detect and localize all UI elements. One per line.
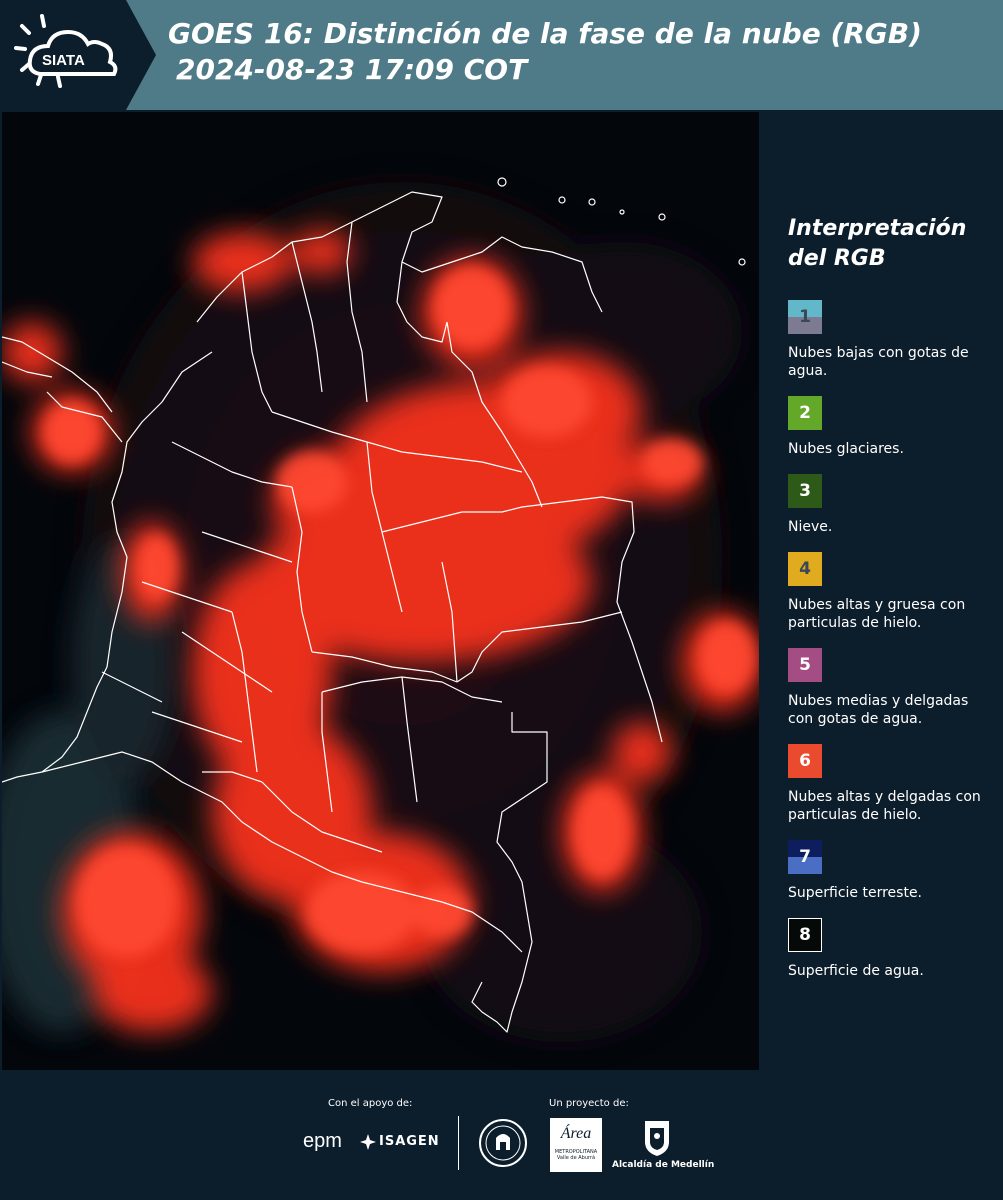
title-line-2: 2024-08-23 17:09 COT	[176, 53, 528, 86]
legend-item-6: 6 Nubes altas y delgadas con particulas …	[788, 744, 993, 824]
legend-swatch-1: 1	[788, 300, 822, 334]
isagen-logo-text: ISAGEN	[379, 1134, 440, 1149]
legend-item-7: 7 Superficie terreste.	[788, 840, 993, 902]
legend-number: 3	[799, 481, 811, 501]
legend-label: Nubes altas y delgadas con particulas de…	[788, 789, 981, 823]
legend-swatch-6: 6	[788, 744, 822, 778]
page-title: GOES 16: Distinción de la fase de la nub…	[168, 16, 922, 88]
logo-arrow-shape	[126, 0, 156, 110]
legend-label: Superficie terreste.	[788, 885, 923, 901]
legend-swatch-5: 5	[788, 648, 822, 682]
area-logo-text: Área	[560, 1125, 592, 1142]
alcaldia-shield-icon	[645, 1121, 669, 1156]
legend-swatch-4: 4	[788, 552, 822, 586]
legend-label: Nubes altas y gruesa con particulas de h…	[788, 597, 966, 631]
legend-item-3: 3 Nieve.	[788, 474, 993, 536]
legend-number: 6	[799, 751, 811, 771]
satellite-map	[2, 112, 759, 1070]
legend-item-4: 4 Nubes altas y gruesa con particulas de…	[788, 552, 993, 632]
legend-item-5: 5 Nubes medias y delgadas con gotas de a…	[788, 648, 993, 728]
project-label: Un proyecto de:	[549, 1098, 629, 1109]
legend-item-1: 1 Nubes bajas con gotas de agua.	[788, 300, 993, 380]
svg-text:SIATA: SIATA	[42, 52, 85, 69]
siata-logo-icon: SIATA	[14, 14, 118, 88]
support-label: Con el apoyo de:	[328, 1098, 413, 1109]
isagen-icon	[360, 1134, 376, 1150]
legend-number: 5	[799, 655, 811, 675]
legend-label: Nubes glaciares.	[788, 441, 904, 457]
legend-label: Nieve.	[788, 519, 833, 535]
legend-number: 4	[799, 559, 811, 579]
legend-number: 7	[799, 847, 811, 867]
legend-number: 2	[799, 403, 811, 423]
legend-number: 1	[799, 307, 811, 327]
legend-swatch-3: 3	[788, 474, 822, 508]
legend-item-8: 8 Superficie de agua.	[788, 918, 993, 980]
title-line-1: GOES 16: Distinción de la fase de la nub…	[168, 17, 922, 50]
seal-logo-icon	[479, 1119, 527, 1167]
legend-panel: Interpretación del RGB 1 Nubes bajas con…	[788, 214, 993, 996]
legend-swatch-2: 2	[788, 396, 822, 430]
legend-title: Interpretación del RGB	[788, 216, 967, 271]
header-bar: SIATA GOES 16: Distinción de la fase de …	[0, 0, 1003, 110]
logo-panel: SIATA	[0, 0, 126, 110]
area-logo-sub2: Valle de Aburrá	[556, 1155, 596, 1161]
epm-logo-text: epm	[303, 1130, 342, 1152]
legend-number: 8	[799, 925, 811, 945]
footer-divider	[458, 1116, 459, 1170]
legend-swatch-8: 8	[788, 918, 822, 952]
alcaldia-logo-text: Alcaldía de Medellín	[612, 1160, 715, 1170]
area-metropolitana-logo: Área METROPOLITANA Valle de Aburrá	[550, 1118, 602, 1172]
legend-label: Superficie de agua.	[788, 963, 924, 979]
map-canvas	[2, 112, 759, 1070]
legend-item-2: 2 Nubes glaciares.	[788, 396, 993, 458]
footer-bar: Con el apoyo de: Un proyecto de: epm ISA…	[0, 1072, 1003, 1200]
legend-label: Nubes bajas con gotas de agua.	[788, 345, 969, 379]
epm-logo: epm	[303, 1130, 342, 1153]
legend-swatch-7: 7	[788, 840, 822, 874]
legend-label: Nubes medias y delgadas con gotas de agu…	[788, 693, 969, 727]
